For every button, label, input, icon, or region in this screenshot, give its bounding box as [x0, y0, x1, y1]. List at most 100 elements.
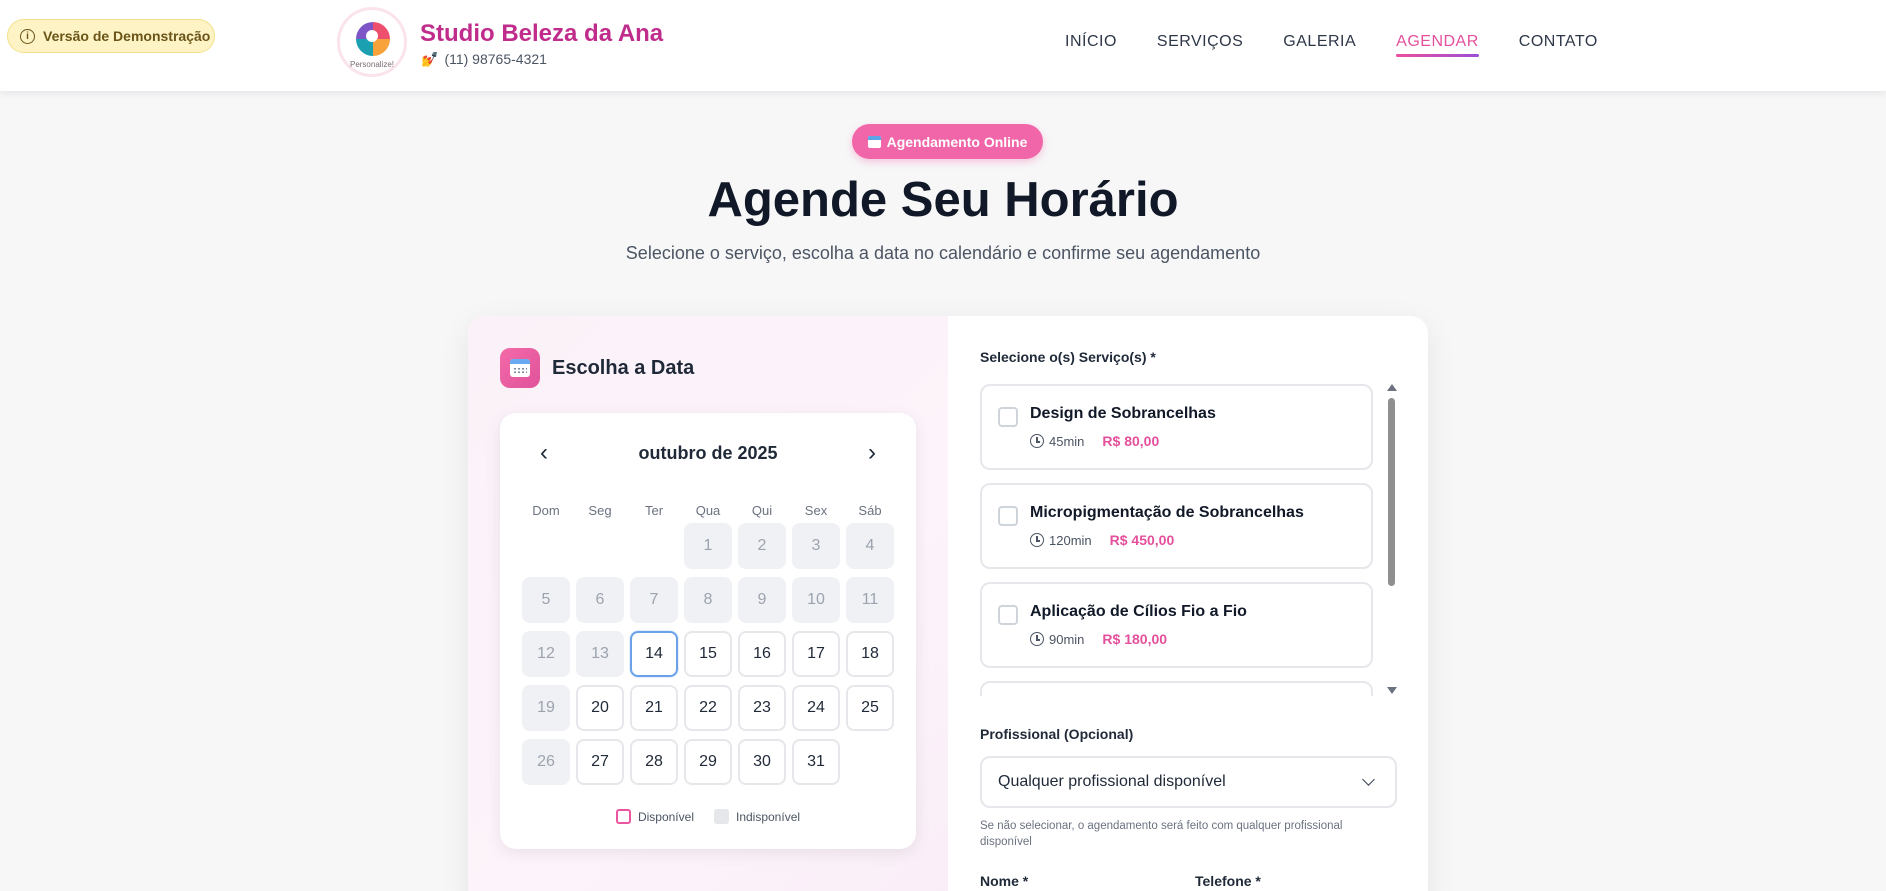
- scroll-up-arrow-icon[interactable]: [1387, 384, 1397, 391]
- service-option[interactable]: Micropigmentação de Sobrancelhas 120min …: [980, 483, 1373, 569]
- calendar-day-available[interactable]: 25: [846, 685, 894, 731]
- calendar-day-unavailable: 12: [522, 631, 570, 677]
- calendar-day-blank: [630, 523, 678, 569]
- nav-item-galeria[interactable]: GALERIA: [1283, 33, 1356, 57]
- nav-item-inicio[interactable]: INÍCIO: [1065, 33, 1117, 57]
- calendar-day-available[interactable]: 22: [684, 685, 732, 731]
- calendar-day-available[interactable]: 30: [738, 739, 786, 785]
- calendar-day-today[interactable]: 14: [630, 631, 678, 677]
- calendar-day-available[interactable]: 24: [792, 685, 840, 731]
- calendar-days-grid: 1 2 3 4 5 6 7 8 9 10 11 12 13 14 15 16 17 18 19 20 21 22 23 24 2…: [522, 523, 894, 785]
- weekday-header: Dom Seg Ter Qua Qui Sex Sáb: [522, 503, 894, 518]
- legend-unavailable: Indisponível: [713, 809, 801, 824]
- weekday-label: Seg: [588, 503, 612, 518]
- calendar-day-unavailable: 19: [522, 685, 570, 731]
- calendar-day-available[interactable]: 27: [576, 739, 624, 785]
- service-checkbox[interactable]: [998, 605, 1018, 625]
- calendar-day-available[interactable]: 16: [738, 631, 786, 677]
- weekday-label: Ter: [644, 503, 664, 518]
- calendar-day-unavailable: 4: [846, 523, 894, 569]
- calendar-day-available[interactable]: 20: [576, 685, 624, 731]
- site-header: i Versão de Demonstração Personalize! St…: [0, 0, 1886, 91]
- service-meta: 45min R$ 80,00: [1030, 433, 1159, 449]
- professional-select-value: Qualquer profissional disponível: [998, 773, 1226, 790]
- demo-version-badge: i Versão de Demonstração: [7, 19, 215, 53]
- scroll-down-arrow-icon[interactable]: [1387, 687, 1397, 694]
- calendar-day-unavailable: 3: [792, 523, 840, 569]
- booking-card: Escolha a Data ‹ outubro de 2025 › Dom S…: [468, 316, 1428, 891]
- services-scrollbar[interactable]: [1384, 384, 1398, 694]
- calendar-day-unavailable: 10: [792, 577, 840, 623]
- calendar-day-available[interactable]: 28: [630, 739, 678, 785]
- service-price: R$ 80,00: [1102, 433, 1160, 449]
- service-duration: 120min: [1049, 532, 1092, 548]
- calendar-day-blank: [576, 523, 624, 569]
- calendar-icon: [867, 135, 881, 148]
- logo-mark-icon: [356, 22, 390, 56]
- service-meta: 120min R$ 450,00: [1030, 532, 1174, 548]
- services-list[interactable]: Design de Sobrancelhas 45min R$ 80,00 Mi…: [980, 380, 1396, 696]
- online-booking-pill: Agendamento Online: [852, 124, 1043, 159]
- service-meta: 90min R$ 180,00: [1030, 631, 1167, 647]
- service-name: Design de Sobrancelhas: [1030, 405, 1216, 422]
- page-title: Agende Seu Horário: [707, 173, 1179, 227]
- clock-icon: [1030, 533, 1044, 547]
- brand-logo[interactable]: Personalize!: [337, 7, 407, 77]
- calendar-day-blank: [522, 523, 570, 569]
- calendar-day-available[interactable]: 21: [630, 685, 678, 731]
- service-option-partial[interactable]: [980, 681, 1373, 696]
- phone-field-label: Telefone *: [1195, 873, 1261, 889]
- service-checkbox[interactable]: [998, 407, 1018, 427]
- calendar-day-available[interactable]: 29: [684, 739, 732, 785]
- service-duration: 45min: [1049, 433, 1085, 449]
- brand-name[interactable]: Studio Beleza da Ana: [420, 20, 663, 48]
- nav-item-agendar[interactable]: AGENDAR: [1396, 33, 1479, 57]
- info-icon: i: [20, 28, 35, 44]
- date-section-title: Escolha a Data: [552, 356, 695, 379]
- service-price: R$ 180,00: [1102, 631, 1168, 647]
- professional-select[interactable]: Qualquer profissional disponível: [980, 756, 1397, 808]
- nail-polish-icon: 💅: [421, 51, 439, 67]
- unavailable-swatch: [713, 809, 729, 824]
- nav-item-servicos[interactable]: SERVIÇOS: [1157, 33, 1243, 57]
- calendar-day-unavailable: 9: [738, 577, 786, 623]
- calendar-day-available[interactable]: 17: [792, 631, 840, 677]
- calendar-day-available[interactable]: 18: [846, 631, 894, 677]
- service-option[interactable]: Design de Sobrancelhas 45min R$ 80,00: [980, 384, 1373, 470]
- service-name: Micropigmentação de Sobrancelhas: [1030, 504, 1304, 521]
- calendar-icon: [500, 348, 540, 388]
- brand-phone: 💅 (11) 98765-4321: [421, 51, 547, 68]
- service-checkbox[interactable]: [998, 506, 1018, 526]
- calendar-day-unavailable: 5: [522, 577, 570, 623]
- calendar-day-unavailable: 11: [846, 577, 894, 623]
- next-month-button[interactable]: ›: [858, 439, 886, 467]
- logo-text: Personalize!: [349, 60, 395, 69]
- legend-available: Disponível: [615, 809, 694, 824]
- calendar-day-unavailable: 26: [522, 739, 570, 785]
- clock-icon: [1030, 434, 1044, 448]
- date-section-header: Escolha a Data: [500, 348, 694, 388]
- calendar-day-available[interactable]: 23: [738, 685, 786, 731]
- calendar-day-unavailable: 1: [684, 523, 732, 569]
- page-subtitle: Selecione o serviço, escolha a data no c…: [625, 243, 1261, 263]
- calendar-legend: Disponível Indisponível: [500, 809, 916, 824]
- available-swatch: [615, 809, 631, 824]
- calendar-day-unavailable: 7: [630, 577, 678, 623]
- service-option[interactable]: Aplicação de Cílios Fio a Fio 90min R$ 1…: [980, 582, 1373, 668]
- weekday-label: Qui: [751, 503, 773, 518]
- date-pane: Escolha a Data ‹ outubro de 2025 › Dom S…: [468, 316, 948, 891]
- service-price: R$ 450,00: [1109, 532, 1175, 548]
- calendar-day-unavailable: 8: [684, 577, 732, 623]
- nav-item-contato[interactable]: CONTATO: [1519, 33, 1598, 57]
- calendar-day-available[interactable]: 15: [684, 631, 732, 677]
- professional-hint: Se não selecionar, o agendamento será fe…: [980, 820, 1343, 848]
- scroll-thumb[interactable]: [1388, 398, 1395, 586]
- calendar-day-available[interactable]: 31: [792, 739, 840, 785]
- name-field-label: Nome *: [980, 873, 1029, 889]
- pill-label: Agendamento Online: [886, 133, 1028, 150]
- chevron-down-icon: [1362, 773, 1375, 786]
- legend-unavailable-label: Indisponível: [735, 809, 801, 824]
- calendar-day-unavailable: 2: [738, 523, 786, 569]
- calendar-month-label: outubro de 2025: [638, 443, 778, 463]
- details-pane: Selecione o(s) Serviço(s) * Design de So…: [948, 316, 1428, 891]
